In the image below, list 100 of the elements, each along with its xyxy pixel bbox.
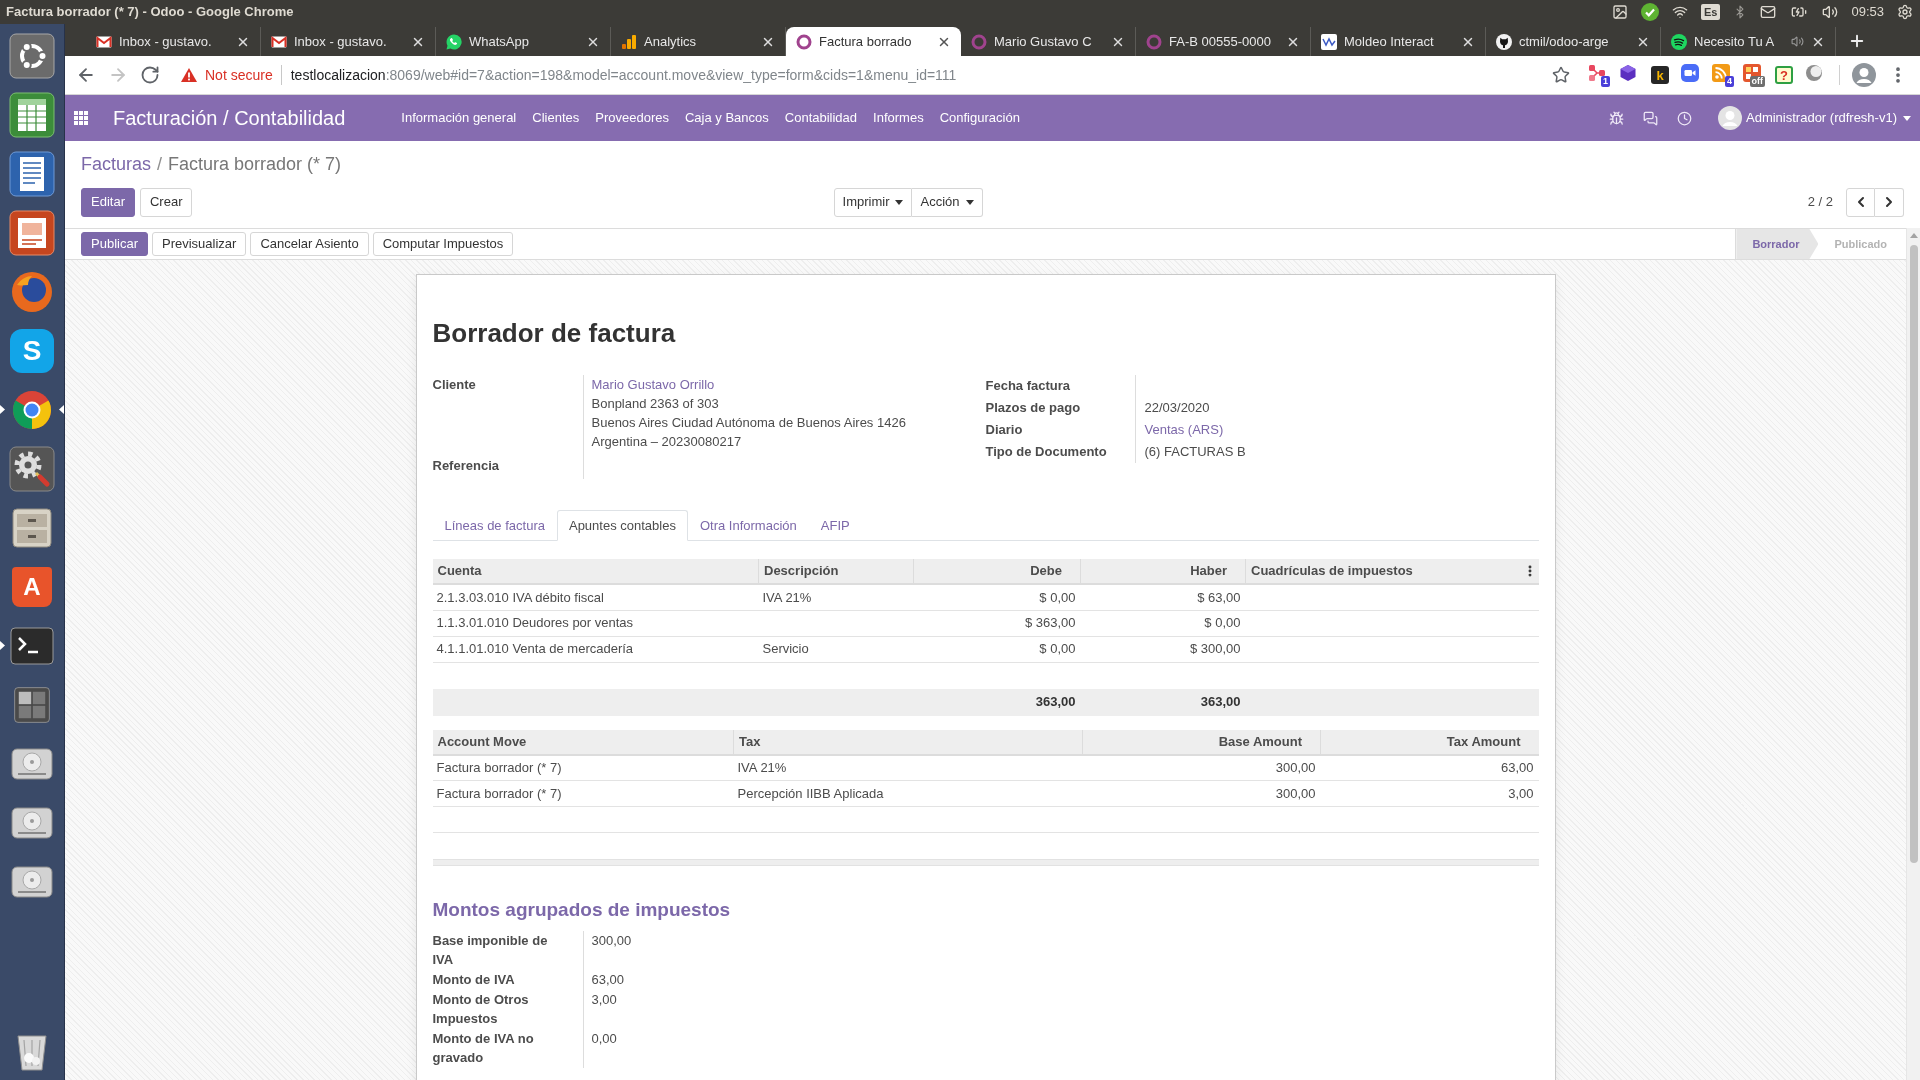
- breadcrumb-separator: /: [157, 152, 163, 176]
- field-label: Monto de IVA: [432, 970, 584, 990]
- workspaces-icon[interactable]: [13, 685, 51, 724]
- menu-item[interactable]: Proveedores: [587, 108, 677, 128]
- chat-icon[interactable]: [1643, 110, 1658, 126]
- bug-icon[interactable]: [1609, 110, 1624, 126]
- app-title[interactable]: Facturación / Contabilidad: [113, 103, 346, 133]
- column-header[interactable]: Descripción: [758, 559, 914, 584]
- keyboard-layout-indicator[interactable]: Es: [1701, 4, 1721, 20]
- image-icon[interactable]: [1612, 4, 1628, 20]
- warning-icon: [181, 68, 197, 82]
- bookmark-star-icon[interactable]: [1552, 66, 1570, 84]
- cube-icon: [1619, 64, 1637, 82]
- field-label: Cliente: [432, 375, 584, 451]
- secondary-button[interactable]: Computar Impuestos: [372, 232, 514, 256]
- field-value: 3,00: [591, 992, 617, 1007]
- menu-item[interactable]: Configuración: [931, 108, 1028, 128]
- next-button[interactable]: [1875, 187, 1904, 217]
- wifi-icon[interactable]: [1672, 4, 1688, 20]
- customer-link[interactable]: Mario Gustavo Orrillo: [591, 375, 715, 394]
- address-line: Argentina – 20230080217: [591, 433, 742, 451]
- blocks-icon: [1743, 64, 1761, 82]
- form-title: Borrador de factura: [432, 317, 677, 349]
- mail-icon[interactable]: [1760, 4, 1777, 20]
- table-cell: $ 0,00: [1080, 610, 1246, 636]
- secondary-button[interactable]: Previsualizar: [151, 232, 247, 256]
- gear-screwdriver-icon[interactable]: [9, 445, 55, 492]
- breadcrumb-link[interactable]: Facturas: [81, 150, 152, 178]
- notebook-tab[interactable]: AFIP: [808, 510, 862, 541]
- address-field[interactable]: Not secure testlocalizacion:8069/web#id=7&action=198&model=account.move&view_type=form&cids=1&menu_id=111: [181, 60, 1578, 90]
- field-value: 22/03/2020: [1144, 399, 1210, 418]
- breadcrumb-current: Factura borrador (* 7): [168, 152, 342, 176]
- caret-down-icon: [965, 199, 974, 205]
- new-tab-icon[interactable]: [1848, 32, 1866, 50]
- profile-avatar-icon[interactable]: [1852, 63, 1876, 87]
- clock-time[interactable]: 09:53: [1851, 2, 1884, 22]
- extension-button[interactable]: k: [1651, 66, 1669, 84]
- secondary-button[interactable]: Cancelar Asiento: [250, 232, 369, 256]
- scrollbar-thumb[interactable]: [1909, 245, 1918, 863]
- ring-icon: [796, 33, 812, 50]
- total-cell-text: 363,00: [1199, 693, 1242, 712]
- document-icon[interactable]: [9, 150, 55, 197]
- primary-button[interactable]: Editar: [81, 187, 135, 217]
- volume-icon[interactable]: [1822, 4, 1839, 20]
- notebook-tab[interactable]: Líneas de factura: [432, 510, 557, 541]
- secondary-button[interactable]: Crear: [139, 187, 193, 217]
- arcs-logo-icon: [1671, 33, 1687, 50]
- extension-button[interactable]: 4: [1710, 63, 1734, 87]
- back-icon[interactable]: [76, 65, 96, 85]
- table-cell: Factura borrador (* 7): [432, 780, 734, 807]
- column-header[interactable]: Cuenta: [432, 559, 759, 584]
- gear-icon[interactable]: [1897, 4, 1913, 20]
- column-header[interactable]: Haber: [1080, 559, 1246, 584]
- reload-icon[interactable]: [140, 65, 160, 85]
- field-link[interactable]: Ventas (ARS): [1144, 420, 1224, 440]
- column-header[interactable]: Base Amount: [1082, 729, 1321, 755]
- menu-item[interactable]: Caja y Bancos: [676, 108, 777, 128]
- dropdown-button[interactable]: Imprimir: [833, 187, 913, 217]
- table-cell: 4.1.1.01.010 Venta de mercadería: [432, 636, 759, 662]
- column-header[interactable]: Account Move: [432, 729, 734, 755]
- menu-item[interactable]: Contabilidad: [776, 108, 866, 128]
- table-cell: 300,00: [1082, 754, 1321, 781]
- nodes-icon: [1588, 64, 1606, 82]
- section-heading: Montos agrupados de impuestos: [432, 898, 732, 922]
- security-indicator[interactable]: Not secure: [181, 65, 282, 85]
- user-menu[interactable]: Administrador (rdfresh-v1): [1718, 106, 1911, 130]
- column-header[interactable]: Debe: [913, 559, 1081, 584]
- clock-icon[interactable]: [1677, 110, 1692, 126]
- phone-bubble-icon: [446, 33, 462, 50]
- menu-item[interactable]: Información general: [393, 108, 525, 128]
- column-header[interactable]: Cuadrículas de impuestos: [1245, 559, 1539, 584]
- notebook-tab[interactable]: Apuntes contables: [556, 510, 688, 541]
- extension-button[interactable]: 1: [1586, 63, 1610, 87]
- table-cell: $ 0,00: [913, 636, 1081, 662]
- browser-tab[interactable]: Factura borrado: [786, 27, 961, 56]
- pager-value[interactable]: 2 / 2: [1807, 192, 1833, 212]
- notebook-tab[interactable]: Otra Información: [687, 510, 809, 541]
- menu-item[interactable]: Clientes: [524, 108, 588, 128]
- apps-menu-icon[interactable]: [74, 111, 88, 125]
- menu-item[interactable]: Informes: [865, 108, 932, 128]
- previous-button[interactable]: [1846, 187, 1875, 217]
- spreadsheet-icon[interactable]: [9, 91, 55, 138]
- extension-button[interactable]: ?: [1775, 66, 1793, 84]
- presentation-icon[interactable]: [9, 209, 55, 256]
- status-stage[interactable]: Borrador: [1736, 229, 1819, 259]
- table-cell: $ 63,00: [1080, 584, 1246, 610]
- field-label: Plazos de pago: [985, 397, 1136, 419]
- launcher-button[interactable]: A: [12, 566, 52, 607]
- extension-button[interactable]: off: [1741, 63, 1765, 87]
- column-header[interactable]: Tax Amount: [1320, 729, 1539, 755]
- ring-logo-icon[interactable]: [9, 32, 55, 79]
- scrollbar[interactable]: [1906, 228, 1920, 1080]
- check-circle-icon[interactable]: [1641, 3, 1659, 21]
- primary-button[interactable]: Publicar: [81, 232, 148, 256]
- caret-down-icon: [895, 199, 904, 205]
- dropdown-button[interactable]: Acción: [912, 187, 983, 217]
- table-cell: Percepción IIBB Aplicada: [733, 780, 1083, 807]
- count-badge: 1: [1601, 76, 1610, 87]
- field-label: Base imponible de IVA: [432, 931, 584, 970]
- column-header[interactable]: Tax: [733, 729, 1083, 755]
